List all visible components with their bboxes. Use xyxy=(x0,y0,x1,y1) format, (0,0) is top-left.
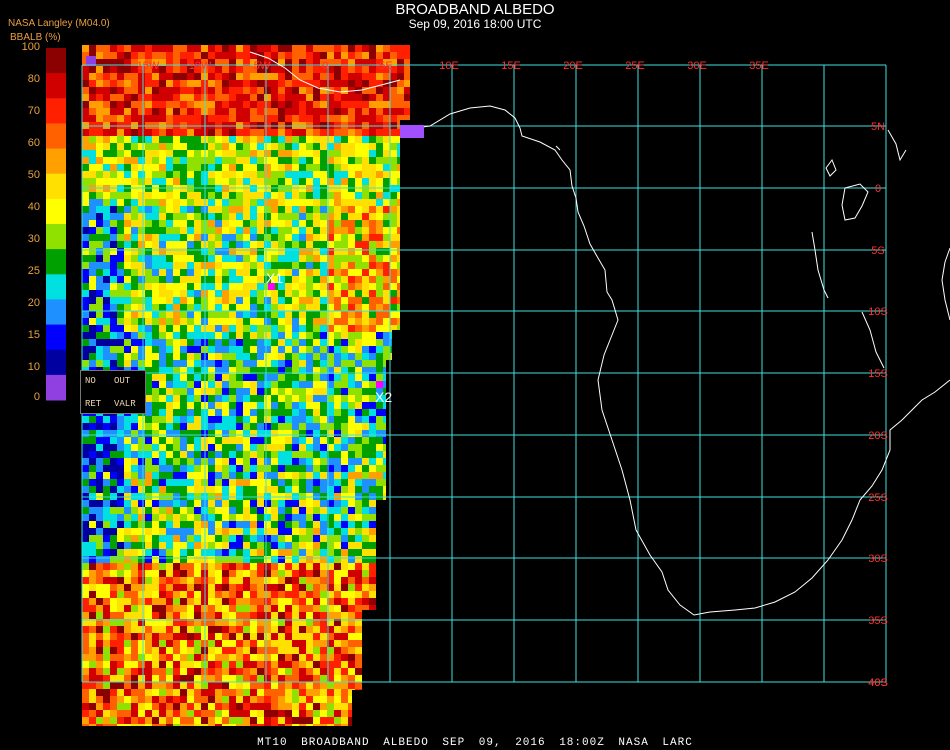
colorbar-tick-label: 10 xyxy=(27,361,40,373)
lon-label: 0 xyxy=(322,60,328,72)
lon-label: 25E xyxy=(625,60,645,72)
colorbar-tick-label: 80 xyxy=(27,73,40,85)
colorbar-swatch xyxy=(46,249,66,275)
colorbar-tick-label: 70 xyxy=(27,105,40,117)
legend-box: NO OUT RET VALR xyxy=(80,370,146,414)
lat-label: 0 xyxy=(875,183,881,195)
colorbar xyxy=(46,48,66,401)
lat-label: 10S xyxy=(868,306,888,318)
colorbar-swatch xyxy=(46,324,66,351)
colorbar-tick-label: 50 xyxy=(27,169,40,181)
lon-label: 30E xyxy=(687,60,707,72)
legend-no: NO xyxy=(85,376,96,386)
colorbar-swatch xyxy=(46,349,66,376)
lon-label: 10W xyxy=(189,60,212,72)
lat-label: 30S xyxy=(868,553,888,565)
footer-caption: MT10 BROADBAND ALBEDO SEP 09, 2016 18:00… xyxy=(257,737,693,749)
lat-label: 5N xyxy=(871,121,885,133)
colorbar-swatch xyxy=(46,299,66,325)
lat-label: 20S xyxy=(868,430,888,442)
lat-label: 40S xyxy=(868,677,888,689)
colorbar-swatch xyxy=(46,274,66,300)
lon-label: 10E xyxy=(439,60,459,72)
colorbar-ticks: 100 80 70 60 50 40 30 25 20 15 10 0 xyxy=(0,0,46,410)
lat-label: 35S xyxy=(868,615,888,627)
missing-data-patch xyxy=(400,125,424,138)
colorbar-swatch xyxy=(46,198,66,225)
marker-x1-label: X1 xyxy=(266,270,283,286)
lon-label: 35E xyxy=(749,60,769,72)
colorbar-tick-label: 60 xyxy=(27,137,40,149)
colorbar-swatch xyxy=(46,374,66,401)
marker-x2-dot xyxy=(376,381,383,388)
colorbar-tick-label: 30 xyxy=(27,233,40,245)
marker-x2-label: X2 xyxy=(375,389,392,405)
colorbar-tick-label: 40 xyxy=(27,201,40,213)
lat-label: 25S xyxy=(868,492,888,504)
lon-label: 20E xyxy=(563,60,583,72)
colorbar-tick-label: 15 xyxy=(27,329,40,341)
lon-label: 5E xyxy=(379,60,392,72)
colorbar-tick-label: 0 xyxy=(33,391,40,403)
colorbar-swatch xyxy=(46,48,66,74)
colorbar-swatch xyxy=(46,98,66,124)
colorbar-swatch xyxy=(46,173,66,200)
legend-ret: RET xyxy=(85,399,102,409)
lon-label: 15W xyxy=(137,60,160,72)
colorbar-swatch xyxy=(46,123,66,149)
colorbar-tick-label: 20 xyxy=(27,297,40,309)
legend-valr: VALR xyxy=(114,399,136,409)
lat-label: 5S xyxy=(871,245,884,257)
colorbar-tick-label: 25 xyxy=(27,265,40,277)
colorbar-tick-label: 100 xyxy=(21,41,40,53)
colorbar-swatch xyxy=(46,148,66,175)
colorbar-swatch xyxy=(46,224,66,250)
lon-label: 5W xyxy=(254,60,271,72)
lon-label: 15E xyxy=(501,60,521,72)
colorbar-swatch xyxy=(46,73,66,99)
legend-out: OUT xyxy=(114,376,131,386)
lat-label: 15S xyxy=(868,368,888,380)
